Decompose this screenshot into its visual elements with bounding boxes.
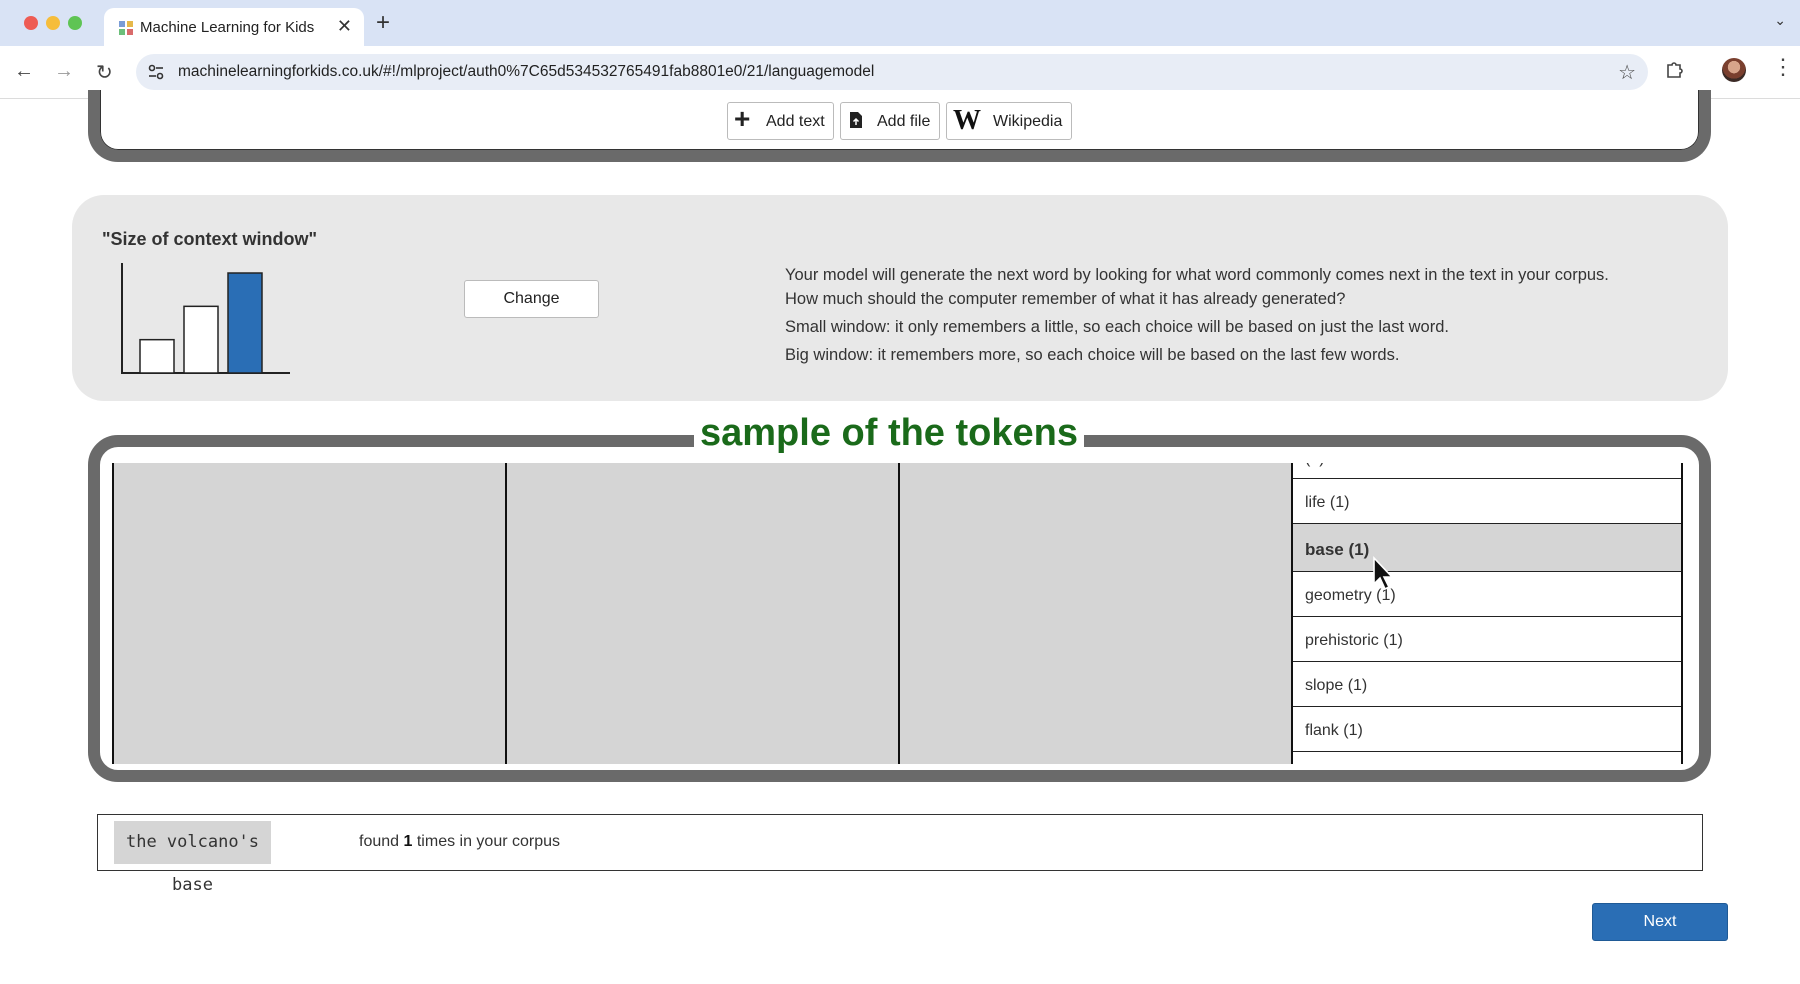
wikipedia-w-icon: W — [953, 105, 981, 136]
token-item[interactable]: slope (1) — [1293, 662, 1681, 707]
token-column-1 — [112, 463, 505, 764]
add-text-button[interactable]: + Add text — [727, 102, 834, 140]
token-columns: (1)life (1)base (1)geometry (1)prehistor… — [112, 463, 1683, 764]
token-item[interactable]: prehistoric (1) — [1293, 617, 1681, 662]
token-result-bar: the volcano's base found 1 times in your… — [97, 814, 1703, 895]
tab-close-icon[interactable]: ✕ — [337, 16, 352, 37]
site-settings-icon[interactable] — [146, 62, 166, 82]
site-favicon-icon — [119, 21, 133, 35]
change-context-button[interactable]: Change — [464, 280, 599, 318]
reload-icon[interactable]: ↻ — [96, 60, 113, 85]
context-window-description: Your model will generate the next word b… — [785, 263, 1685, 367]
new-tab-icon[interactable]: + — [376, 9, 390, 37]
tokens-title: sample of the tokens — [694, 412, 1084, 455]
context-size-bar — [183, 305, 219, 374]
browser-tab-active[interactable]: Machine Learning for Kids ✕ — [104, 8, 364, 46]
forward-arrow-icon[interactable]: → — [54, 60, 74, 83]
description-line: Big window: it remembers more, so each c… — [785, 346, 1400, 364]
found-count: 1 — [403, 833, 413, 850]
browser-menu-icon[interactable]: ⋮ — [1772, 54, 1794, 80]
context-size-bar — [227, 272, 263, 374]
description-line: How much should the computer remember of… — [785, 290, 1346, 308]
bookmark-star-icon[interactable]: ☆ — [1618, 60, 1636, 85]
context-window-panel: "Size of context window" Change Your mod… — [72, 195, 1728, 401]
token-item[interactable]: base (1) — [1293, 524, 1681, 572]
token-item[interactable]: geometry (1) — [1293, 572, 1681, 617]
plus-icon: + — [734, 103, 751, 134]
token-column-4[interactable]: (1)life (1)base (1)geometry (1)prehistor… — [1291, 463, 1683, 764]
extensions-puzzle-icon[interactable] — [1664, 58, 1686, 80]
window-minimize-button[interactable] — [46, 16, 60, 30]
profile-avatar[interactable] — [1722, 58, 1746, 82]
token-list: (1)life (1)base (1)geometry (1)prehistor… — [1293, 463, 1681, 752]
add-file-button[interactable]: Add file — [840, 102, 940, 140]
context-size-bar — [139, 338, 175, 374]
description-line: Small window: it only remembers a little… — [785, 318, 1449, 336]
wikipedia-button[interactable]: W Wikipedia — [946, 102, 1072, 140]
mouse-pointer-icon — [1373, 556, 1394, 591]
token-phrase: the volcano's base — [114, 821, 271, 895]
next-button[interactable]: Next — [1592, 903, 1728, 941]
window-close-button[interactable] — [24, 16, 38, 30]
file-upload-icon — [850, 112, 862, 128]
url-text: machinelearningforkids.co.uk/#!/mlprojec… — [178, 63, 875, 80]
back-arrow-icon[interactable]: ← — [14, 60, 34, 83]
context-window-title: "Size of context window" — [102, 229, 318, 249]
description-line: Your model will generate the next word b… — [785, 266, 1609, 284]
token-item[interactable]: flank (1) — [1293, 707, 1681, 752]
browser-tab-bar: Machine Learning for Kids ✕ + ⌄ — [0, 0, 1800, 46]
token-column-3 — [898, 463, 1291, 764]
found-count-text: found 1 times in your corpus — [359, 833, 561, 850]
token-item[interactable]: (1) — [1293, 463, 1681, 479]
address-bar[interactable]: machinelearningforkids.co.uk/#!/mlprojec… — [136, 54, 1648, 90]
token-column-2 — [505, 463, 898, 764]
tab-list-chevron-icon[interactable]: ⌄ — [1774, 12, 1786, 29]
window-zoom-button[interactable] — [68, 16, 82, 30]
tab-title: Machine Learning for Kids — [140, 19, 315, 36]
token-item[interactable]: life (1) — [1293, 479, 1681, 524]
context-window-chart — [121, 263, 290, 374]
